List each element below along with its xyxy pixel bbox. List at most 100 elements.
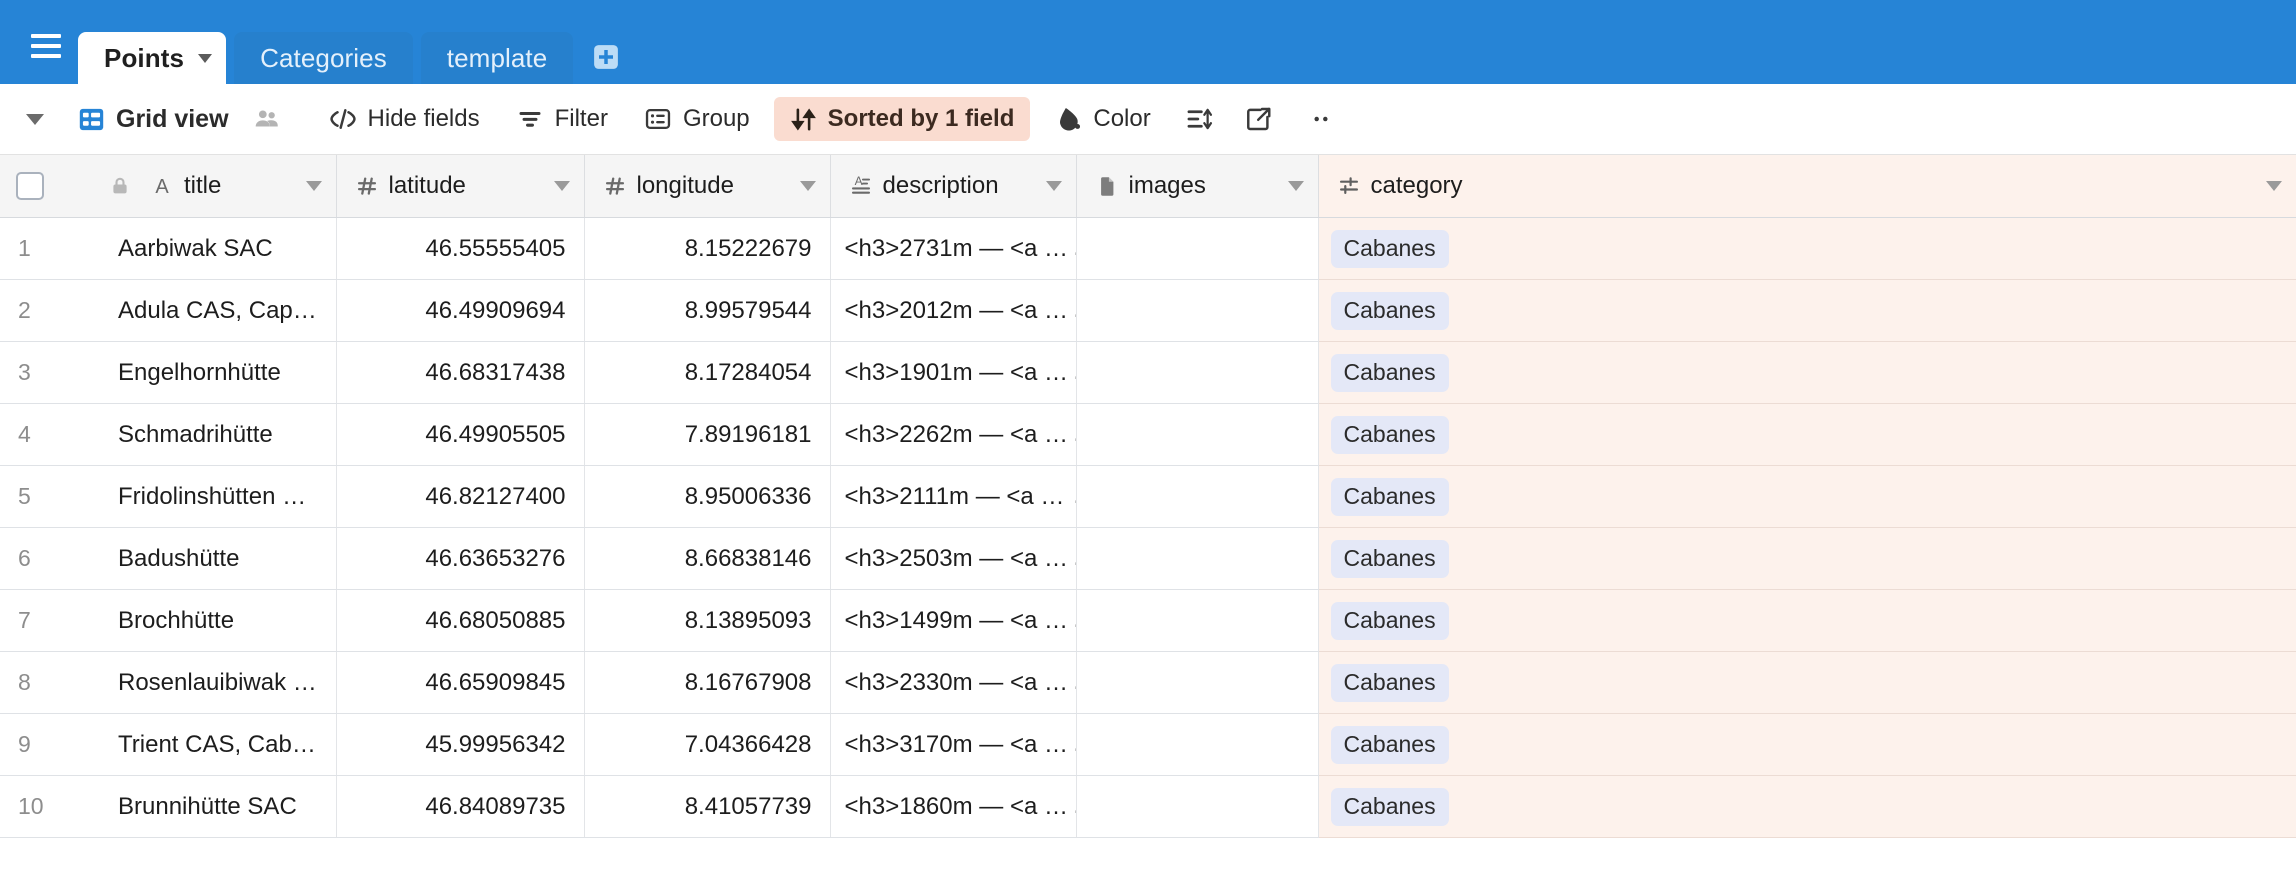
filter-button[interactable]: Filter: [504, 98, 620, 140]
chevron-down-icon[interactable]: [553, 181, 570, 191]
chevron-down-icon[interactable]: [305, 181, 322, 191]
table-row[interactable]: 9 Trient CAS, Cabane 45.99956342 7.04366428…: [0, 713, 2296, 776]
column-header-images[interactable]: images: [1076, 155, 1319, 218]
cell-images[interactable]: [1076, 527, 1319, 590]
cell-latitude[interactable]: 46.49909694: [336, 279, 585, 342]
cell-longitude[interactable]: 8.15222679: [584, 217, 831, 280]
cell-title[interactable]: Badushütte: [100, 527, 337, 590]
cell-images[interactable]: [1076, 465, 1319, 528]
cell-images[interactable]: [1076, 217, 1319, 280]
group-button[interactable]: Group: [632, 98, 762, 140]
chevron-down-icon[interactable]: [799, 181, 816, 191]
cell-description[interactable]: <h3>2503m — <a href="…: [830, 527, 1077, 590]
cell-latitude[interactable]: 45.99956342: [336, 713, 585, 776]
chevron-down-icon[interactable]: [198, 53, 213, 63]
cell-longitude[interactable]: 8.99579544: [584, 279, 831, 342]
cell-category[interactable]: Cabanes: [1318, 341, 2296, 404]
cell-longitude[interactable]: 7.89196181: [584, 403, 831, 466]
cell-description[interactable]: <h3>2012m — <a href="…: [830, 279, 1077, 342]
cell-category[interactable]: Cabanes: [1318, 465, 2296, 528]
cell-longitude[interactable]: 7.04366428: [584, 713, 831, 776]
table-row[interactable]: 5 Fridolinshütten SAC 46.82127400 8.9500633…: [0, 465, 2296, 528]
plus-square-icon[interactable]: [587, 38, 625, 76]
sort-button[interactable]: Sorted by 1 field: [773, 97, 1031, 141]
cell-category[interactable]: Cabanes: [1318, 589, 2296, 652]
sidebar-toggle-chevron-icon[interactable]: [26, 113, 44, 125]
table-row[interactable]: 1 Aarbiwak SAC 46.55555405 8.15222679 <h3>27…: [0, 217, 2296, 280]
cell-images[interactable]: [1076, 651, 1319, 714]
column-header-description[interactable]: A description: [830, 155, 1077, 218]
cell-latitude[interactable]: 46.63653276: [336, 527, 585, 590]
color-button[interactable]: Color: [1042, 98, 1162, 140]
column-header-latitude[interactable]: latitude: [336, 155, 585, 218]
cell-latitude[interactable]: 46.68050885: [336, 589, 585, 652]
column-header-category[interactable]: category: [1318, 155, 2296, 218]
cell-title[interactable]: Fridolinshütten SAC: [100, 465, 337, 528]
cell-latitude[interactable]: 46.49905505: [336, 403, 585, 466]
cell-longitude[interactable]: 8.95006336: [584, 465, 831, 528]
chevron-down-icon[interactable]: [1045, 181, 1062, 191]
cell-title[interactable]: Adula CAS, Capanna: [100, 279, 337, 342]
cell-latitude[interactable]: 46.82127400: [336, 465, 585, 528]
select-all-checkbox[interactable]: [16, 172, 44, 200]
cell-title[interactable]: Aarbiwak SAC: [100, 217, 337, 280]
cell-images[interactable]: [1076, 341, 1319, 404]
table-row[interactable]: 6 Badushütte 46.63653276 8.66838146 <h3>2503…: [0, 527, 2296, 590]
cell-title[interactable]: Brunnihütte SAC: [100, 775, 337, 838]
cell-category[interactable]: Cabanes: [1318, 279, 2296, 342]
cell-description[interactable]: <h3>2731m — <a href="…: [830, 217, 1077, 280]
cell-latitude[interactable]: 46.68317438: [336, 341, 585, 404]
cell-images[interactable]: [1076, 713, 1319, 776]
cell-category[interactable]: Cabanes: [1318, 651, 2296, 714]
column-header-title[interactable]: A title: [100, 155, 337, 218]
column-header-longitude[interactable]: longitude: [584, 155, 831, 218]
collaborators-button[interactable]: [245, 98, 289, 140]
row-height-button[interactable]: [1175, 98, 1223, 140]
tab-template[interactable]: template: [420, 32, 574, 84]
table-row[interactable]: 10 Brunnihütte SAC 46.84089735 8.41057739 <h…: [0, 775, 2296, 838]
cell-longitude[interactable]: 8.17284054: [584, 341, 831, 404]
cell-description[interactable]: <h3>3170m — <a href="…: [830, 713, 1077, 776]
cell-latitude[interactable]: 46.84089735: [336, 775, 585, 838]
more-options-button[interactable]: [1295, 98, 1347, 140]
view-selector-grid-view[interactable]: Grid view: [66, 98, 241, 141]
cell-title[interactable]: Trient CAS, Cabane: [100, 713, 337, 776]
table-row[interactable]: 8 Rosenlauibiwak SAC 46.65909845 8.16767908…: [0, 651, 2296, 714]
cell-longitude[interactable]: 8.41057739: [584, 775, 831, 838]
cell-longitude[interactable]: 8.66838146: [584, 527, 831, 590]
share-view-button[interactable]: [1235, 98, 1283, 140]
cell-description[interactable]: <h3>2111m — <a href="<span class="desc-l…: [830, 465, 1077, 528]
table-row[interactable]: 4 Schmadrihütte 46.49905505 7.89196181 <h3>2…: [0, 403, 2296, 466]
cell-description[interactable]: <h3>2330m — <a href="…: [830, 651, 1077, 714]
cell-description[interactable]: <h3>1901m — <a href="…: [830, 341, 1077, 404]
cell-latitude[interactable]: 46.65909845: [336, 651, 585, 714]
cell-title[interactable]: Schmadrihütte: [100, 403, 337, 466]
cell-description[interactable]: <h3>1860m — <a href="…: [830, 775, 1077, 838]
hide-fields-button[interactable]: Hide fields: [317, 98, 492, 140]
cell-images[interactable]: [1076, 775, 1319, 838]
cell-images[interactable]: [1076, 279, 1319, 342]
chevron-down-icon[interactable]: [2265, 181, 2282, 191]
cell-images[interactable]: [1076, 589, 1319, 652]
table-row[interactable]: 3 Engelhornhütte 46.68317438 8.17284054 <h3>…: [0, 341, 2296, 404]
cell-images[interactable]: [1076, 403, 1319, 466]
cell-category[interactable]: Cabanes: [1318, 775, 2296, 838]
tab-categories[interactable]: Categories: [234, 32, 413, 84]
chevron-down-icon[interactable]: [1287, 181, 1304, 191]
cell-longitude[interactable]: 8.16767908: [584, 651, 831, 714]
cell-category[interactable]: Cabanes: [1318, 217, 2296, 280]
cell-description[interactable]: <h3>1499m — <a href="…: [830, 589, 1077, 652]
cell-title[interactable]: Engelhornhütte: [100, 341, 337, 404]
cell-category[interactable]: Cabanes: [1318, 527, 2296, 590]
cell-longitude[interactable]: 8.13895093: [584, 589, 831, 652]
cell-latitude[interactable]: 46.55555405: [336, 217, 585, 280]
table-row[interactable]: 7 Brochhütte 46.68050885 8.13895093 <h3>1499…: [0, 589, 2296, 652]
tab-points[interactable]: Points: [78, 32, 227, 84]
cell-category[interactable]: Cabanes: [1318, 403, 2296, 466]
hamburger-icon[interactable]: [24, 24, 68, 68]
cell-description[interactable]: <h3>2262m — <a href="…: [830, 403, 1077, 466]
cell-title[interactable]: Brochhütte: [100, 589, 337, 652]
table-row[interactable]: 2 Adula CAS, Capanna 46.49909694 8.99579544…: [0, 279, 2296, 342]
data-grid[interactable]: A title latitude longitude A description…: [0, 155, 2296, 880]
cell-title[interactable]: Rosenlauibiwak SAC: [100, 651, 337, 714]
